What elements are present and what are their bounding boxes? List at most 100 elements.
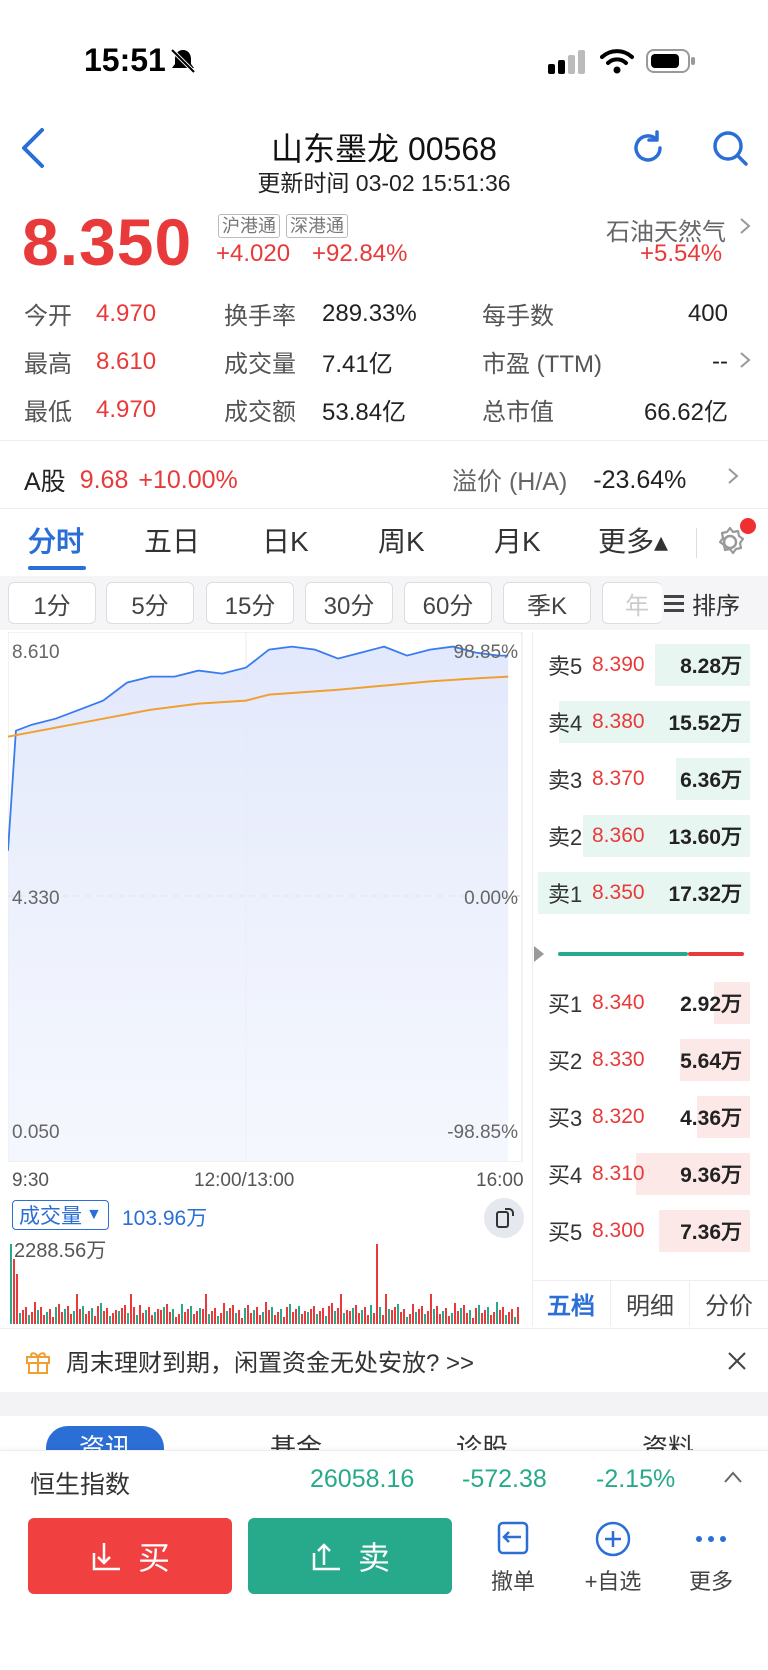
volume-bar: [271, 1307, 273, 1324]
tab-more[interactable]: 更多▴: [598, 520, 668, 560]
tab-five-day[interactable]: 五日: [144, 520, 200, 560]
volume-bar: [61, 1312, 63, 1324]
add-watchlist-action[interactable]: +自选: [578, 1520, 648, 1596]
volume-select[interactable]: 成交量 ▼: [12, 1200, 109, 1230]
more-action[interactable]: 更多: [676, 1520, 746, 1596]
interval-60m[interactable]: 60分: [404, 582, 492, 624]
volume-bar: [118, 1311, 120, 1324]
volume-bar: [211, 1311, 213, 1324]
tab-intraday[interactable]: 分时: [28, 520, 84, 560]
volume-bar: [394, 1307, 396, 1324]
interval-5m[interactable]: 5分: [106, 582, 194, 624]
order-vol: 8.28万: [680, 655, 742, 678]
tab-order-depth[interactable]: 五档: [532, 1281, 611, 1326]
premium-row[interactable]: 溢价 (H/A) -23.64%: [452, 462, 686, 498]
a-share-row[interactable]: A股 9.68 +10.00%: [24, 462, 238, 498]
interval-year-k[interactable]: 年: [602, 582, 662, 624]
sector-chevron-icon[interactable]: [738, 216, 752, 236]
chevron-up-icon[interactable]: [722, 1469, 744, 1485]
volume-bar: [418, 1309, 420, 1324]
volume-bar: [166, 1304, 168, 1324]
sell-level-4[interactable]: 卖2 8.360 13.60万: [538, 811, 750, 861]
tab-monthly-k[interactable]: 月K: [494, 520, 541, 560]
news-tab-info[interactable]: 资讯: [46, 1426, 164, 1450]
volume-bar: [319, 1311, 321, 1324]
volume-bar: [64, 1309, 66, 1324]
close-icon[interactable]: [726, 1350, 748, 1372]
refresh-icon[interactable]: [628, 128, 668, 168]
volume-bar: [100, 1303, 102, 1324]
interval-1m[interactable]: 1分: [8, 582, 96, 624]
volume-bar: [106, 1308, 108, 1324]
sell-level-3[interactable]: 卖3 8.370 6.36万: [538, 754, 750, 804]
tab-price-distribution[interactable]: 分价: [690, 1281, 768, 1326]
sell-level-1[interactable]: 卖5 8.390 8.28万: [538, 640, 750, 690]
volume-bar: [67, 1306, 69, 1324]
update-time: 更新时间 03-02 15:51:36: [257, 170, 511, 196]
volume-bar: [481, 1313, 483, 1324]
mute-bell-icon: [170, 48, 196, 74]
volume-bar: [175, 1317, 177, 1324]
intraday-chart[interactable]: 8.610 4.330 0.050 98.85% 0.00% -98.85%: [8, 632, 530, 1162]
cancel-order-action[interactable]: 撤单: [478, 1520, 548, 1596]
volume-bar: [379, 1307, 381, 1324]
index-bar[interactable]: 恒生指数 26058.16 -572.38 -2.15%: [0, 1450, 768, 1506]
volume-bar: [391, 1310, 393, 1324]
order-label: 卖5: [548, 654, 583, 679]
volume-bar: [250, 1313, 252, 1324]
volume-bar: [58, 1304, 60, 1324]
volume-bar: [316, 1314, 318, 1324]
stat-value: 7.41亿: [322, 351, 393, 378]
buy-level-4[interactable]: 买4 8.310 9.36万: [538, 1149, 750, 1199]
pe-chevron-icon[interactable]: [738, 350, 752, 370]
volume-bar: [277, 1312, 279, 1324]
volume-bar: [25, 1307, 27, 1324]
buy-level-1[interactable]: 买1 8.340 2.92万: [538, 978, 750, 1028]
sort-button[interactable]: 排序: [662, 582, 768, 624]
stat-pe[interactable]: 市盈 (TTM) --: [482, 344, 728, 379]
volume-bar: [508, 1312, 510, 1324]
volume-bar: [502, 1307, 504, 1324]
volume-bar: [445, 1308, 447, 1324]
sell-level-2[interactable]: 卖4 8.380 15.52万: [538, 697, 750, 747]
promo-text: 周末理财到期，闲置资金无处安放? >>: [66, 1350, 475, 1377]
volume-bar: [196, 1311, 198, 1324]
stat-label: 市盈 (TTM): [482, 351, 602, 378]
interval-30m[interactable]: 30分: [305, 582, 393, 624]
stat-mktcap: 总市值 66.62亿: [482, 392, 728, 427]
buy-level-5[interactable]: 买5 8.300 7.36万: [538, 1206, 750, 1256]
tab-trade-detail[interactable]: 明细: [611, 1281, 690, 1326]
promo-banner[interactable]: 周末理财到期，闲置资金无处安放? >>: [0, 1328, 768, 1392]
interval-15m[interactable]: 15分: [206, 582, 294, 624]
volume-bar: [322, 1308, 324, 1324]
gift-icon: [26, 1351, 50, 1374]
premium-chevron-icon[interactable]: [726, 466, 740, 486]
volume-bar: [283, 1317, 285, 1324]
sell-button[interactable]: 卖: [248, 1518, 452, 1594]
order-vol: 4.36万: [680, 1107, 742, 1130]
tab-weekly-k[interactable]: 周K: [378, 520, 425, 560]
news-tab-profile[interactable]: 资料: [642, 1428, 694, 1450]
volume-bar: [424, 1314, 426, 1324]
sell-level-5[interactable]: 卖1 8.350 17.32万: [538, 868, 750, 918]
buy-button[interactable]: 买: [28, 1518, 232, 1594]
order-price: 8.340: [592, 991, 645, 1014]
section-gap: [0, 1392, 768, 1416]
index-change: -572.38: [462, 1465, 547, 1493]
stat-label: 总市值: [482, 399, 554, 426]
search-icon[interactable]: [710, 128, 750, 168]
volume-bar: [349, 1311, 351, 1324]
volume-bar: [397, 1304, 399, 1324]
interval-season-k[interactable]: 季K: [503, 582, 591, 624]
volume-bar: [79, 1309, 81, 1324]
news-tab-fund[interactable]: 基金: [270, 1428, 322, 1450]
stat-value: 4.970: [96, 395, 157, 423]
buy-level-2[interactable]: 买2 8.330 5.64万: [538, 1035, 750, 1085]
volume-bar: [505, 1315, 507, 1324]
buy-level-3[interactable]: 买3 8.320 4.36万: [538, 1092, 750, 1142]
tab-daily-k[interactable]: 日K: [262, 520, 309, 560]
news-tab-diagnose[interactable]: 诊股: [456, 1428, 508, 1450]
volume-bar: [442, 1311, 444, 1324]
volume-bar: [88, 1311, 90, 1324]
stat-label: 成交量: [224, 351, 296, 378]
